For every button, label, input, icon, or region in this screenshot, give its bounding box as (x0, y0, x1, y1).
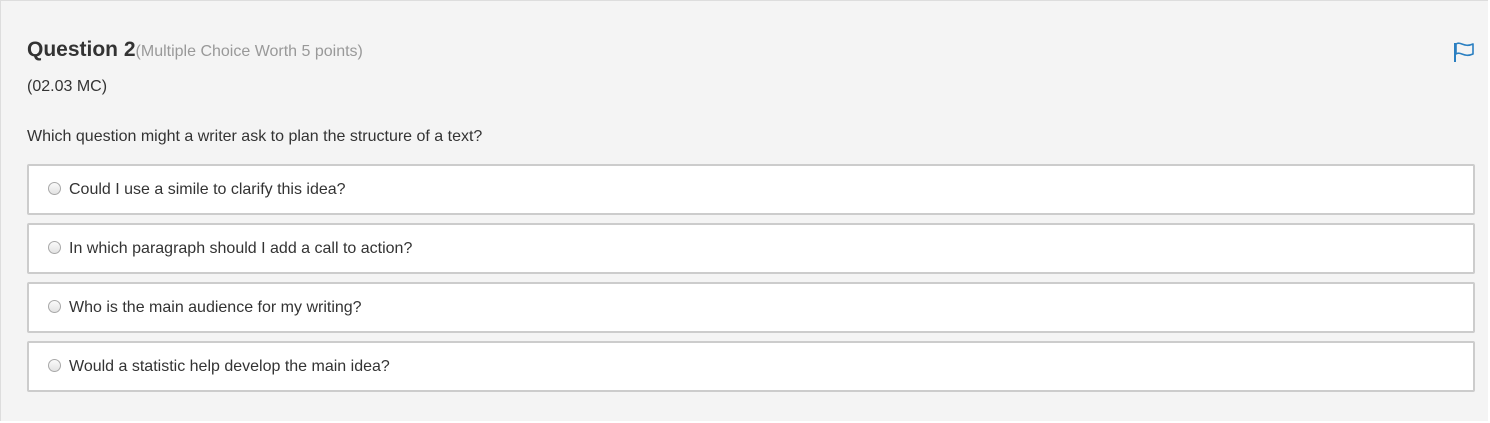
answer-choice[interactable]: In which paragraph should I add a call t… (27, 223, 1475, 274)
radio-button[interactable] (48, 241, 61, 254)
answer-choice[interactable]: Could I use a simile to clarify this ide… (27, 164, 1475, 215)
answer-choice[interactable]: Who is the main audience for my writing? (27, 282, 1475, 333)
choice-label: Who is the main audience for my writing? (69, 299, 362, 316)
choice-label: Would a statistic help develop the main … (69, 358, 390, 375)
question-panel: Question 2(Multiple Choice Worth 5 point… (0, 0, 1488, 421)
question-title: Question 2 (27, 38, 136, 61)
radio-button[interactable] (48, 359, 61, 372)
question-worth: (Multiple Choice Worth 5 points) (135, 43, 363, 60)
radio-button[interactable] (48, 182, 61, 195)
choice-label: In which paragraph should I add a call t… (69, 240, 413, 257)
flag-icon[interactable] (1452, 41, 1476, 63)
answer-choice[interactable]: Would a statistic help develop the main … (27, 341, 1475, 392)
choice-label: Could I use a simile to clarify this ide… (69, 181, 346, 198)
question-code: (02.03 MC) (27, 78, 108, 95)
radio-button[interactable] (48, 300, 61, 313)
question-prompt: Which question might a writer ask to pla… (27, 128, 483, 145)
question-header: Question 2(Multiple Choice Worth 5 point… (27, 38, 363, 62)
answer-choices: Could I use a simile to clarify this ide… (27, 164, 1475, 400)
